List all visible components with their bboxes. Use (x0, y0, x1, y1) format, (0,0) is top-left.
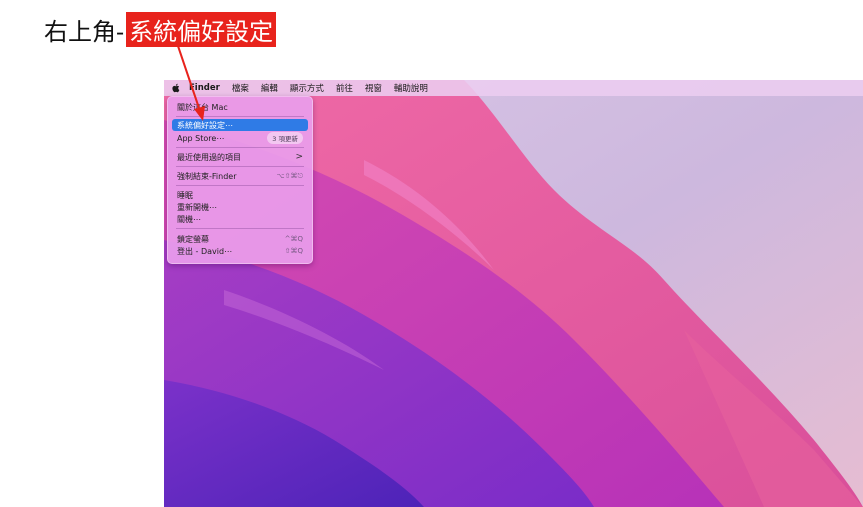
menu-separator (176, 185, 304, 186)
menu-item-force-quit[interactable]: 強制結束-Finder ⌥⇧⌘⎋ (172, 170, 308, 182)
menu-item-system-preferences[interactable]: 系統偏好設定⋯ (172, 119, 308, 131)
annotation-caption: 右上角- 系統偏好設定 (44, 11, 277, 47)
menu-window[interactable]: 視窗 (365, 82, 382, 94)
caption-highlight: 系統偏好設定 (126, 11, 277, 47)
apple-logo-icon[interactable] (169, 80, 181, 96)
menu-separator (176, 166, 304, 167)
menu-separator (176, 116, 304, 117)
app-store-update-badge: 3 項更新 (267, 132, 303, 144)
menu-separator (176, 228, 304, 229)
menu-item-about-this-mac[interactable]: 關於這台 Mac (172, 101, 308, 113)
menu-item-logout[interactable]: 登出 - David⋯ ⇧⌘Q (172, 245, 308, 257)
menu-item-restart[interactable]: 重新開機⋯ (172, 201, 308, 213)
menu-file[interactable]: 檔案 (232, 82, 249, 94)
menu-separator (176, 147, 304, 148)
force-quit-shortcut: ⌥⇧⌘⎋ (276, 171, 303, 180)
apple-menu-dropdown: 關於這台 Mac 系統偏好設定⋯ App Store⋯ 3 項更新 最近使用過的… (167, 96, 313, 264)
chevron-right-icon: > (295, 152, 303, 162)
menu-edit[interactable]: 編輯 (261, 82, 278, 94)
menu-bar: Finder 檔案 編輯 顯示方式 前往 視窗 輔助說明 (164, 80, 863, 96)
lock-screen-shortcut: ^⌘Q (284, 235, 303, 243)
menu-finder[interactable]: Finder (189, 83, 220, 93)
macos-desktop: Finder 檔案 編輯 顯示方式 前往 視窗 輔助說明 關於這台 Mac 系統… (164, 80, 863, 507)
menu-item-shutdown[interactable]: 關機⋯ (172, 213, 308, 225)
menu-item-recent-items[interactable]: 最近使用過的項目 > (172, 151, 308, 163)
menu-go[interactable]: 前往 (336, 82, 353, 94)
menu-item-app-store[interactable]: App Store⋯ 3 項更新 (172, 132, 308, 144)
logout-shortcut: ⇧⌘Q (284, 247, 303, 255)
caption-prefix: 右上角- (44, 17, 125, 46)
menu-view[interactable]: 顯示方式 (290, 82, 324, 94)
menu-help[interactable]: 輔助說明 (394, 82, 428, 94)
menu-item-lock-screen[interactable]: 鎖定螢幕 ^⌘Q (172, 233, 308, 245)
menu-item-sleep[interactable]: 睡眠 (172, 189, 308, 201)
